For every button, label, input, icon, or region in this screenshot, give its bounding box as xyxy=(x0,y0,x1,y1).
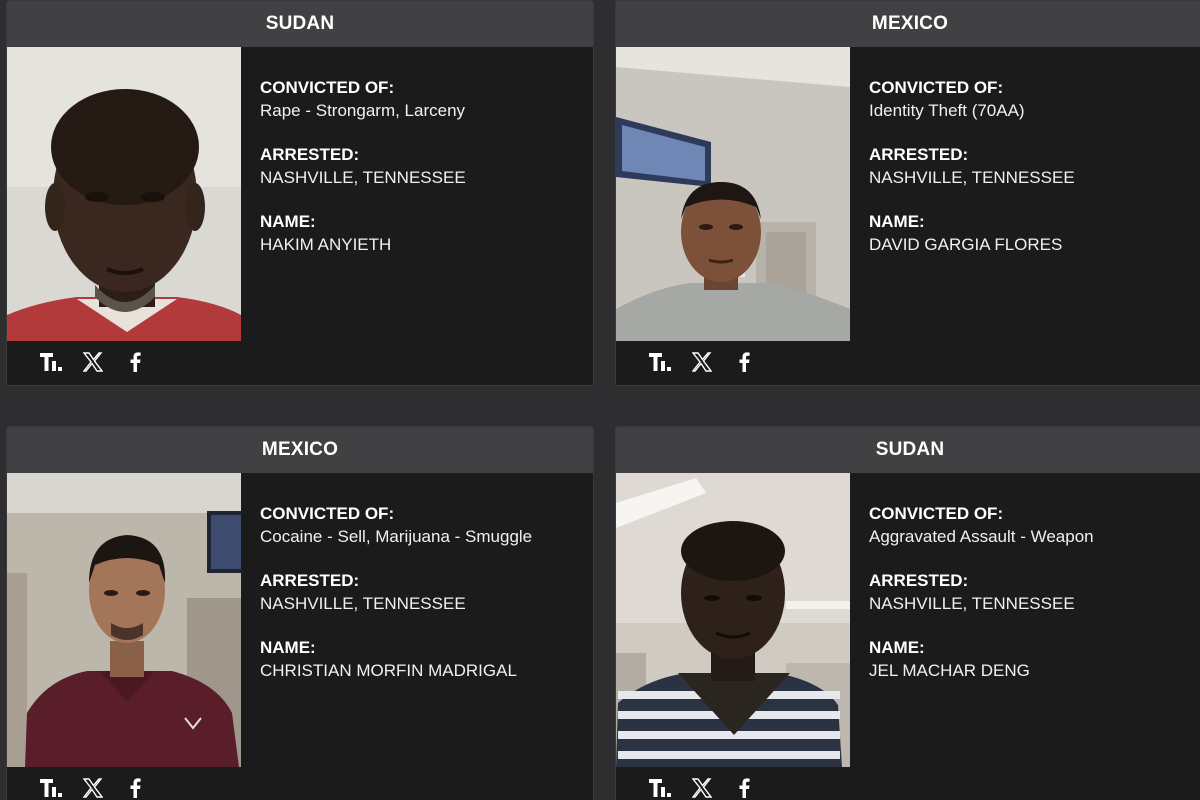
truth-social-icon[interactable] xyxy=(39,776,63,800)
name-label: NAME: xyxy=(260,638,316,657)
country-header: MEXICO xyxy=(7,427,593,473)
name-label: NAME: xyxy=(869,638,925,657)
x-icon[interactable] xyxy=(690,350,714,374)
mugshot-grid: SUDAN CONVICTED OF: Rape - Strongarm, La… xyxy=(0,0,1200,800)
truth-social-icon[interactable] xyxy=(648,776,672,800)
arrested-value: NASHVILLE, TENNESSEE xyxy=(869,594,1075,613)
arrested-label: ARRESTED: xyxy=(869,145,969,164)
truth-social-icon[interactable] xyxy=(648,350,672,374)
country-header: MEXICO xyxy=(616,1,1200,47)
share-bar xyxy=(39,771,147,800)
profile-info: CONVICTED OF: Identity Theft (70AA) ARRE… xyxy=(869,77,1194,278)
arrested-label: ARRESTED: xyxy=(260,571,360,590)
x-icon[interactable] xyxy=(81,350,105,374)
share-bar xyxy=(39,345,147,379)
country-header: SUDAN xyxy=(616,427,1200,473)
arrested-value: NASHVILLE, TENNESSEE xyxy=(869,168,1075,187)
mugshot-photo xyxy=(7,473,241,767)
arrested-value: NASHVILLE, TENNESSEE xyxy=(260,168,466,187)
convicted-label: CONVICTED OF: xyxy=(869,504,1004,523)
name-value: HAKIM ANYIETH xyxy=(260,235,392,254)
convicted-value: Cocaine - Sell, Marijuana - Smuggle xyxy=(260,527,533,546)
mugshot-photo xyxy=(616,47,850,341)
convicted-label: CONVICTED OF: xyxy=(260,78,395,97)
facebook-icon[interactable] xyxy=(123,776,147,800)
profile-card: SUDAN xyxy=(6,0,594,386)
mugshot-photo xyxy=(616,473,850,767)
name-value: DAVID GARGIA FLORES xyxy=(869,235,1063,254)
x-icon[interactable] xyxy=(690,776,714,800)
convicted-value: Rape - Strongarm, Larceny xyxy=(260,101,466,120)
name-value: CHRISTIAN MORFIN MADRIGAL xyxy=(260,661,517,680)
profile-info: CONVICTED OF: Aggravated Assault - Weapo… xyxy=(869,503,1194,704)
profile-info: CONVICTED OF: Cocaine - Sell, Marijuana … xyxy=(260,503,583,704)
mugshot-photo xyxy=(7,47,241,341)
convicted-value: Aggravated Assault - Weapon xyxy=(869,527,1094,546)
share-bar xyxy=(648,771,756,800)
country-header: SUDAN xyxy=(7,1,593,47)
arrested-label: ARRESTED: xyxy=(869,571,969,590)
name-label: NAME: xyxy=(260,212,316,231)
arrested-label: ARRESTED: xyxy=(260,145,360,164)
name-label: NAME: xyxy=(869,212,925,231)
arrested-value: NASHVILLE, TENNESSEE xyxy=(260,594,466,613)
x-icon[interactable] xyxy=(81,776,105,800)
row-gutter xyxy=(0,386,1200,426)
profile-card: MEXICO xyxy=(6,426,594,800)
convicted-label: CONVICTED OF: xyxy=(869,78,1004,97)
facebook-icon[interactable] xyxy=(732,776,756,800)
convicted-value: Identity Theft (70AA) xyxy=(869,101,1025,120)
name-value: JEL MACHAR DENG xyxy=(869,661,1030,680)
truth-social-icon[interactable] xyxy=(39,350,63,374)
profile-card: SUDAN xyxy=(615,426,1200,800)
share-bar xyxy=(648,345,756,379)
convicted-label: CONVICTED OF: xyxy=(260,504,395,523)
profile-card: MEXICO xyxy=(615,0,1200,386)
facebook-icon[interactable] xyxy=(123,350,147,374)
profile-info: CONVICTED OF: Rape - Strongarm, Larceny … xyxy=(260,77,583,278)
facebook-icon[interactable] xyxy=(732,350,756,374)
